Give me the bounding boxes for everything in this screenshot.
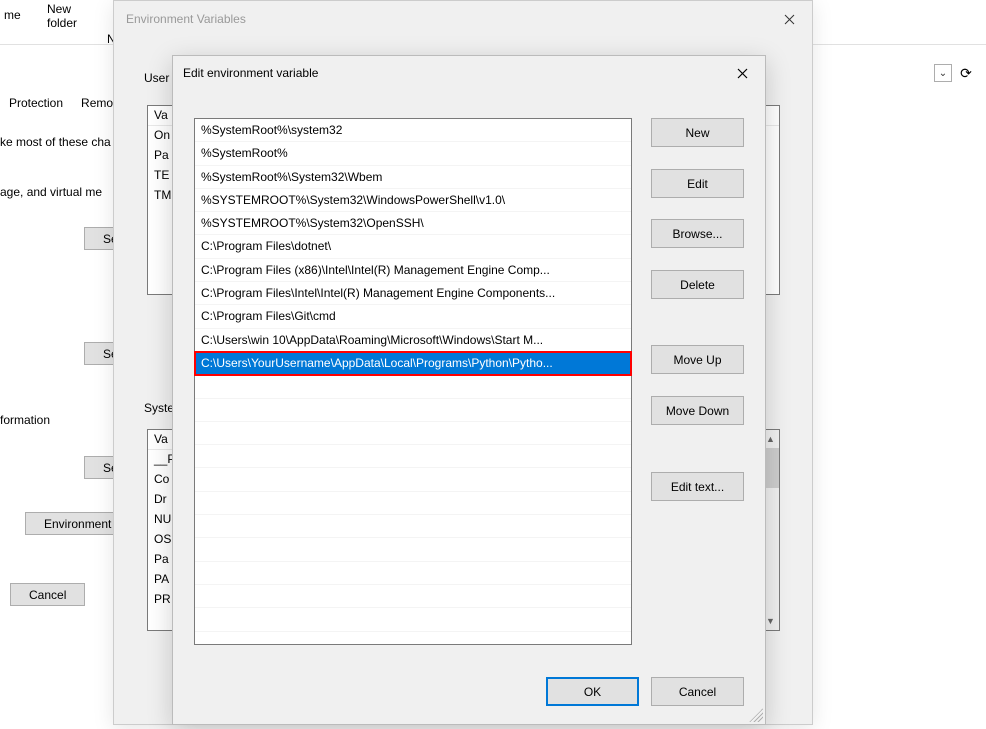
cancel-button[interactable]: Cancel (651, 677, 744, 706)
path-item[interactable]: C:\Program Files (x86)\Intel\Intel(R) Ma… (195, 259, 631, 282)
env-sys-group-label: Syste (144, 401, 174, 415)
path-item[interactable]: %SYSTEMROOT%\System32\OpenSSH\ (195, 212, 631, 235)
bg-info-label: formation (0, 413, 50, 427)
env-title: Environment Variables (126, 12, 246, 26)
edit-close-button[interactable] (719, 58, 765, 88)
path-item-empty[interactable] (195, 399, 631, 422)
delete-button[interactable]: Delete (651, 270, 744, 299)
path-item[interactable]: C:\Program Files\Git\cmd (195, 305, 631, 328)
path-item-selected[interactable]: C:\Users\YourUsername\AppData\Local\Prog… (195, 352, 631, 375)
bg-right-controls: ⌄ ⟳ (934, 63, 976, 83)
new-folder-button[interactable]: New folder (47, 2, 77, 30)
edit-env-variable-dialog: Edit environment variable %SystemRoot%\s… (172, 55, 766, 725)
path-list[interactable]: %SystemRoot%\system32 %SystemRoot% %Syst… (194, 118, 632, 645)
edit-text-button[interactable]: Edit text... (651, 472, 744, 501)
move-down-button[interactable]: Move Down (651, 396, 744, 425)
path-item[interactable]: C:\Users\win 10\AppData\Roaming\Microsof… (195, 329, 631, 352)
path-item-empty[interactable] (195, 468, 631, 491)
new-folder-line2: folder (47, 16, 77, 30)
path-item-empty[interactable] (195, 422, 631, 445)
path-item[interactable]: %SYSTEMROOT%\System32\WindowsPowerShell\… (195, 189, 631, 212)
env-close-button[interactable] (766, 3, 812, 35)
resize-grip-icon[interactable] (749, 708, 763, 722)
path-item[interactable]: C:\Program Files\Intel\Intel(R) Manageme… (195, 282, 631, 305)
move-up-button[interactable]: Move Up (651, 345, 744, 374)
bg-label-me: me (4, 8, 21, 22)
path-item[interactable]: C:\Program Files\dotnet\ (195, 235, 631, 258)
path-item[interactable]: %SystemRoot%\System32\Wbem (195, 166, 631, 189)
chevron-down-icon[interactable]: ⌄ (934, 64, 952, 82)
tab-protection[interactable]: Protection (0, 91, 72, 115)
path-item[interactable]: %SystemRoot%\system32 (195, 119, 631, 142)
bg-cancel-btn[interactable]: Cancel (10, 583, 85, 606)
dialog-bottom-buttons: OK Cancel (546, 677, 744, 706)
path-item-empty[interactable] (195, 608, 631, 631)
path-item-empty[interactable] (195, 492, 631, 515)
bg-text-1: ke most of these cha (0, 135, 111, 149)
edit-button[interactable]: Edit (651, 169, 744, 198)
env-user-group-label: User (144, 71, 169, 85)
path-item-empty[interactable] (195, 445, 631, 468)
env-titlebar[interactable]: Environment Variables (114, 1, 812, 37)
edit-titlebar[interactable]: Edit environment variable (173, 56, 765, 90)
path-item-empty[interactable] (195, 375, 631, 398)
path-item-empty[interactable] (195, 538, 631, 561)
path-item[interactable]: %SystemRoot% (195, 142, 631, 165)
bg-text-2: age, and virtual me (0, 185, 102, 199)
ok-button[interactable]: OK (546, 677, 639, 706)
edit-title: Edit environment variable (183, 66, 318, 80)
close-icon (737, 68, 748, 79)
path-item-empty[interactable] (195, 515, 631, 538)
new-folder-line1: New (47, 2, 77, 16)
browse-button[interactable]: Browse... (651, 219, 744, 248)
new-button[interactable]: New (651, 118, 744, 147)
path-item-empty[interactable] (195, 585, 631, 608)
close-icon (784, 14, 795, 25)
path-item-empty[interactable] (195, 562, 631, 585)
refresh-icon[interactable]: ⟳ (956, 63, 976, 83)
